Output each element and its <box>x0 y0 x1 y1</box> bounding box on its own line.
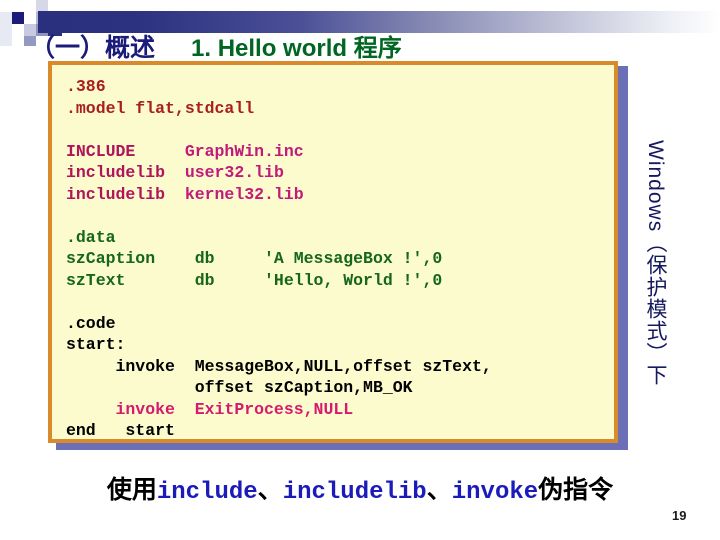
code-line: includelib kernel32.lib <box>66 184 608 206</box>
decorative-square <box>12 0 24 12</box>
code-token: offset szCaption,MB_OK <box>66 378 413 397</box>
page-title: （一）概述 1. Hello world 程序 <box>30 28 690 62</box>
code-line: .data <box>66 227 608 249</box>
caption-code-token: include <box>156 479 258 506</box>
code-line: includelib user32.lib <box>66 162 608 184</box>
code-listing: .386 .model flat,stdcall INCLUDE GraphWin… <box>66 76 608 442</box>
caption-text: 、 <box>426 476 452 504</box>
code-line: szText db 'Hello, World !',0 <box>66 270 608 292</box>
code-token: includelib <box>66 184 185 204</box>
code-line: .code <box>66 313 608 335</box>
code-token: .data <box>66 227 116 247</box>
code-token: INCLUDE <box>66 141 185 161</box>
title-section-label: （一）概述 <box>30 34 156 62</box>
vertical-note-cjk: （保护模式）下 <box>644 232 667 387</box>
code-line: .386 <box>66 76 608 98</box>
vertical-side-note: Windows（保护模式）下 <box>638 140 672 460</box>
code-line: start: <box>66 334 608 356</box>
code-token: end start <box>66 421 175 440</box>
page-number: 19 <box>672 508 687 523</box>
code-token: invoke MessageBox,NULL,offset szText, <box>66 356 492 376</box>
code-token: invoke ExitProcess,NULL <box>66 399 354 419</box>
code-line: szCaption db 'A MessageBox !',0 <box>66 248 608 270</box>
code-token: GraphWin.inc <box>184 141 304 161</box>
code-token: kernel32.lib <box>184 184 304 204</box>
code-line: .model flat,stdcall <box>66 98 608 120</box>
code-token: user32.lib <box>184 163 284 182</box>
code-token: .code <box>66 313 116 333</box>
code-token: szText db 'Hello, World !',0 <box>66 270 443 290</box>
decorative-square <box>24 12 36 24</box>
code-line: INCLUDE GraphWin.inc <box>66 141 608 163</box>
slide-caption: 使用include、includelib、invoke伪指令 <box>0 470 720 506</box>
code-line: invoke ExitProcess,NULL <box>66 399 608 421</box>
code-line: offset szCaption,MB_OK <box>66 377 608 399</box>
code-line: invoke MessageBox,NULL,offset szText, <box>66 356 608 378</box>
decorative-square <box>12 12 24 24</box>
caption-text: 伪指令 <box>538 476 614 504</box>
code-token: .model flat,stdcall <box>66 98 255 118</box>
title-topic-label: 1. Hello world 程序 <box>191 35 402 62</box>
code-token: szCaption db 'A MessageBox !',0 <box>66 249 443 268</box>
caption-text: 使用 <box>106 476 157 504</box>
vertical-note-latin: Windows <box>644 140 667 233</box>
code-token: includelib <box>66 163 185 182</box>
code-panel: .386 .model flat,stdcall INCLUDE GraphWin… <box>48 61 618 443</box>
code-token: .386 <box>66 77 106 96</box>
code-line: end start <box>66 420 608 442</box>
code-token: start: <box>66 335 126 354</box>
caption-code-token: invoke <box>451 479 539 506</box>
caption-text: 、 <box>257 476 283 504</box>
decorative-square <box>0 12 12 46</box>
caption-code-token: includelib <box>282 479 427 506</box>
